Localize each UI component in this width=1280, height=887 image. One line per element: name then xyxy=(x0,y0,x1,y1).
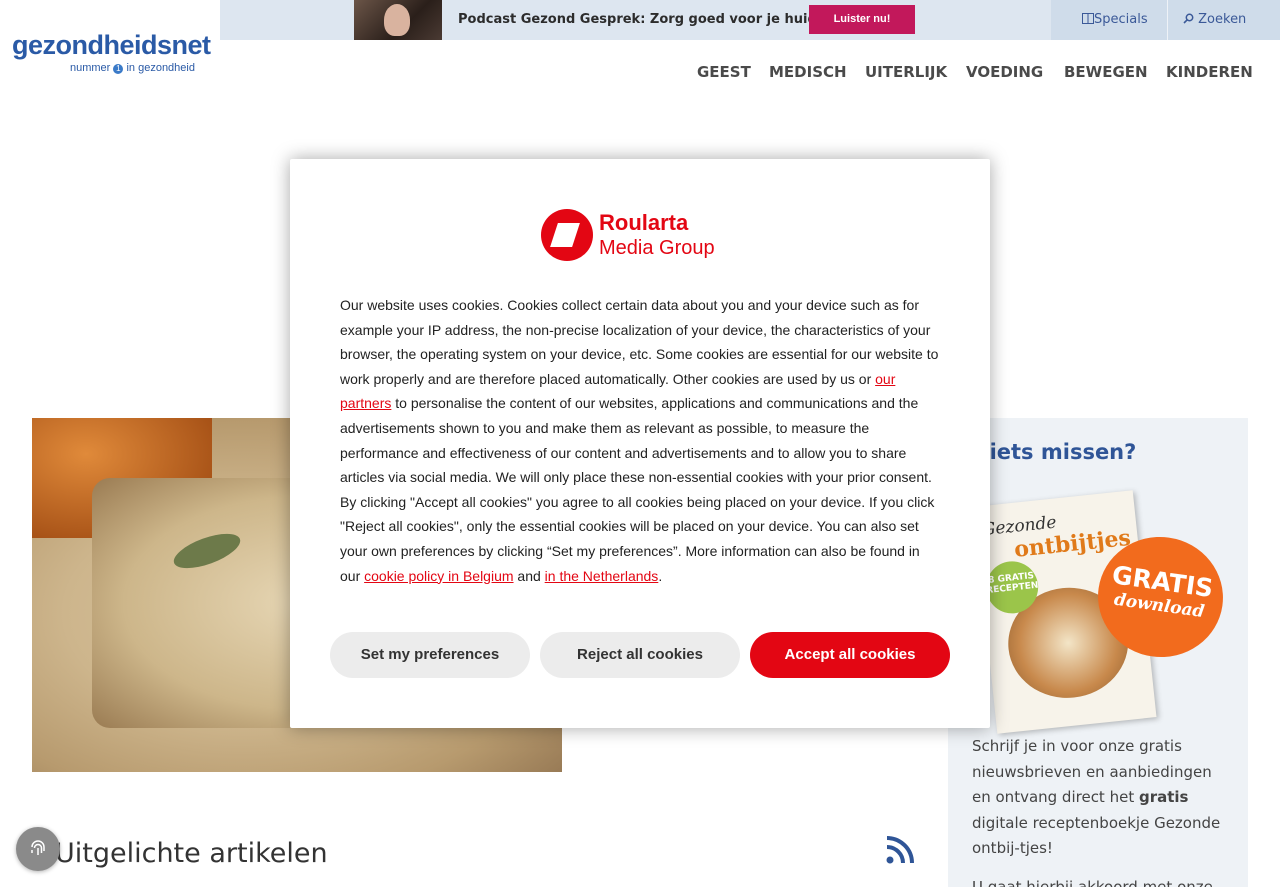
book-icon xyxy=(1082,13,1094,24)
logo-tagline-number: 1 xyxy=(113,64,124,74)
brand-line-2: Media Group xyxy=(599,237,715,259)
nav-medisch[interactable]: MEDISCH xyxy=(769,63,847,81)
sidebar-text-bold: gratis xyxy=(1138,788,1189,806)
podcast-title[interactable]: Podcast Gezond Gesprek: Zorg goed voor j… xyxy=(458,12,817,27)
search-label: Zoeken xyxy=(1198,12,1247,27)
sidebar-title: Niets missen? xyxy=(972,440,1137,464)
logo-tagline-after: in gezondheid xyxy=(126,62,195,74)
podcast-listen-button[interactable]: Luister nu! xyxy=(809,5,915,34)
roularta-mark-icon xyxy=(541,209,593,261)
sidebar-description: Schrijf je in voor onze gratis nieuwsbri… xyxy=(972,734,1228,862)
logo-tagline: nummer 1 in gezondheid xyxy=(70,62,195,74)
cookie-description: Our website uses cookies. Cookies collec… xyxy=(340,293,942,588)
search-link[interactable]: Zoeken xyxy=(1183,12,1246,27)
cookie-policy-belgium-link[interactable]: cookie policy in Belgium xyxy=(364,568,513,584)
nav-kinderen[interactable]: KINDEREN xyxy=(1166,63,1253,81)
cookie-text-1: Our website uses cookies. Cookies collec… xyxy=(340,297,939,387)
cookie-text-and: and xyxy=(517,567,541,584)
sidebar-text-after: digitale receptenboekje Gezonde ontbij-t… xyxy=(972,813,1221,858)
top-bar-divider xyxy=(1167,0,1168,40)
specials-link[interactable]: Specials xyxy=(1082,12,1148,27)
roularta-logo: Roularta Media Group xyxy=(541,209,741,263)
nav-geest[interactable]: GEEST xyxy=(697,63,751,81)
accept-all-button[interactable]: Accept all cookies xyxy=(750,632,950,678)
privacy-settings-button[interactable] xyxy=(16,827,60,871)
nav-bewegen[interactable]: BEWEGEN xyxy=(1064,63,1148,81)
specials-label: Specials xyxy=(1094,12,1148,27)
site-logo[interactable]: gezondheidsnet nummer 1 in gezondheid xyxy=(0,0,220,104)
fingerprint-icon xyxy=(31,840,45,855)
logo-wordmark: gezondheidsnet xyxy=(12,30,211,60)
brand-line-1: Roularta xyxy=(599,210,689,235)
nav-voeding[interactable]: VOEDING xyxy=(966,63,1043,81)
cookie-text-2: to personalise the content of our websit… xyxy=(340,395,935,584)
rss-icon[interactable] xyxy=(886,836,914,864)
sidebar-terms-text: U gaat hierbij akkoord met onze xyxy=(972,878,1213,887)
featured-articles-heading: Uitgelichte artikelen xyxy=(55,838,328,869)
cookie-consent-dialog: Roularta Media Group Our website uses co… xyxy=(290,159,990,728)
reject-all-button[interactable]: Reject all cookies xyxy=(540,632,740,678)
set-preferences-button[interactable]: Set my preferences xyxy=(330,632,530,678)
podcast-thumbnail[interactable] xyxy=(354,0,442,40)
cookie-text-end: . xyxy=(658,567,663,584)
nav-uiterlijk[interactable]: UITERLIJK xyxy=(865,63,947,81)
search-icon xyxy=(1183,13,1194,24)
cookie-policy-netherlands-link[interactable]: in the Netherlands xyxy=(545,568,659,584)
logo-tagline-before: nummer xyxy=(70,62,111,74)
